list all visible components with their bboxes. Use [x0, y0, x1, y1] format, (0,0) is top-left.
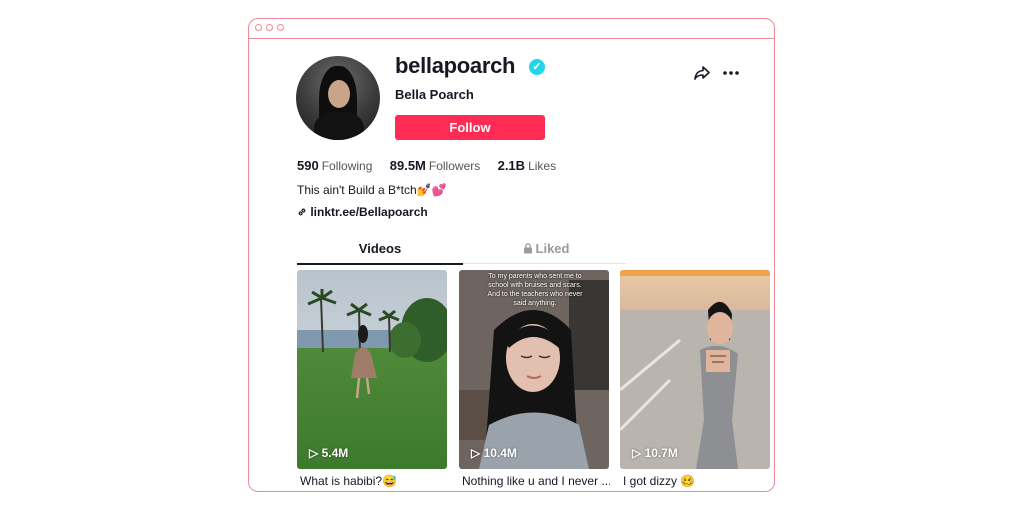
tab-liked-label: Liked — [535, 241, 570, 256]
video-2-views: ▷ 10.4M — [471, 446, 517, 460]
video-3-image — [620, 270, 770, 469]
window-titlebar — [249, 19, 774, 39]
window-minimize-dot[interactable] — [266, 24, 273, 31]
tab-liked[interactable]: Liked — [463, 241, 629, 263]
video-thumbnail-3[interactable]: ▷ 10.7M — [620, 270, 770, 469]
video-2-view-count: 10.4M — [483, 446, 517, 460]
link-icon — [298, 208, 306, 216]
likes-count: 2.1B — [497, 158, 526, 173]
profile-link-text[interactable]: linktr.ee/Bellapoarch — [310, 205, 427, 219]
video-1-image — [297, 270, 447, 469]
video-3-caption[interactable]: I got dizzy 🥴 — [623, 474, 771, 488]
window-maximize-dot[interactable] — [277, 24, 284, 31]
avatar-body — [314, 112, 364, 140]
window-close-dot[interactable] — [255, 24, 262, 31]
tab-divider — [463, 263, 626, 264]
video-thumbnail-1[interactable]: ▷ 5.4M — [297, 270, 447, 469]
profile-stats: 590 Following 89.5M Followers 2.1B Likes — [297, 158, 570, 173]
browser-window: bellapoarch ✓ Bella Poarch Follow 590 Fol… — [248, 18, 775, 492]
play-icon: ▷ — [309, 446, 319, 460]
more-icon[interactable] — [721, 63, 741, 83]
video-1-view-count: 5.4M — [321, 446, 349, 460]
profile-display-name: Bella Poarch — [395, 87, 474, 102]
profile-link[interactable]: linktr.ee/Bellapoarch — [297, 205, 428, 219]
video-2-overlay-text: To my parents who sent me to school with… — [487, 273, 583, 307]
video-3-views: ▷ 10.7M — [632, 446, 678, 460]
share-icon[interactable] — [692, 63, 712, 83]
avatar-face — [328, 80, 350, 108]
followers-count[interactable]: 89.5M — [390, 158, 426, 173]
video-thumbnail-2[interactable]: To my parents who sent me to school with… — [459, 270, 609, 469]
video-2-caption[interactable]: Nothing like u and I never ... — [462, 474, 610, 488]
play-icon: ▷ — [632, 446, 642, 460]
profile-username: bellapoarch — [395, 53, 516, 78]
likes-label: Likes — [528, 159, 557, 173]
followers-label[interactable]: Followers — [429, 159, 480, 173]
verified-icon: ✓ — [529, 59, 545, 75]
following-label[interactable]: Following — [322, 159, 373, 173]
avatar[interactable] — [296, 56, 380, 140]
play-icon: ▷ — [471, 446, 481, 460]
tab-videos[interactable]: Videos — [297, 241, 463, 263]
tab-active-indicator — [297, 263, 463, 265]
profile-bio: This ain't Build a B*tch💅💕 — [297, 183, 447, 197]
follow-button[interactable]: Follow — [395, 115, 545, 140]
video-3-view-count: 10.7M — [644, 446, 678, 460]
following-count[interactable]: 590 — [297, 158, 319, 173]
video-1-views: ▷ 5.4M — [309, 446, 348, 460]
lock-icon — [523, 243, 532, 254]
video-1-caption[interactable]: What is habibi?😅 — [300, 474, 448, 488]
